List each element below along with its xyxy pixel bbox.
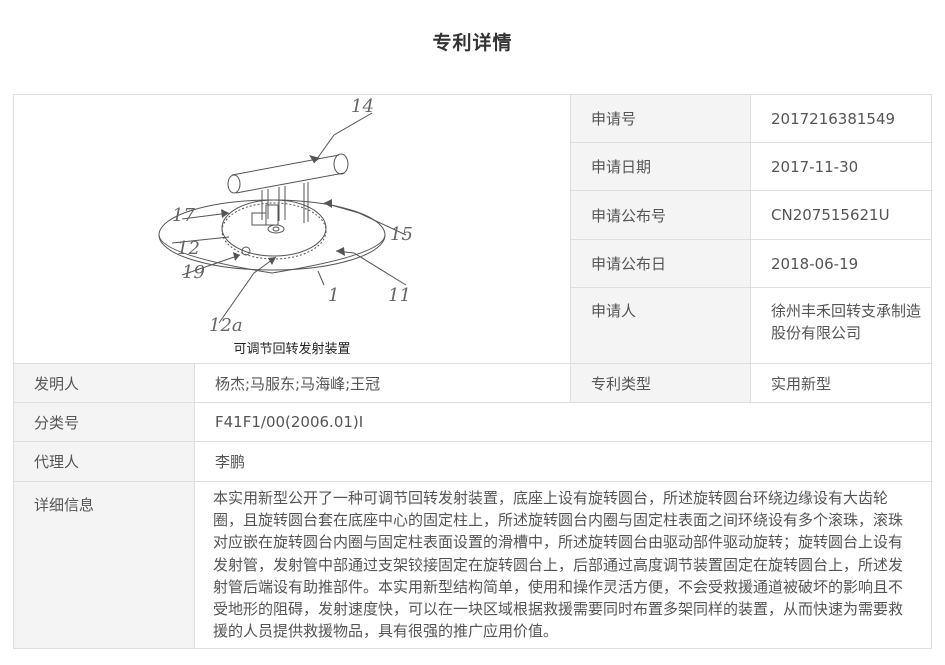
label-agent: 代理人 xyxy=(13,441,195,482)
page-title: 专利详情 xyxy=(432,32,513,54)
value-inventors: 杨杰;马服东;马海峰;王冠 xyxy=(194,363,571,403)
value-patent-type: 实用新型 xyxy=(750,363,932,403)
value-application-number: 2017216381549 xyxy=(750,94,932,143)
patent-detail-table: 14 17 15 12 19 1 11 12a 可调节回转发射装置 申请号 20… xyxy=(13,94,932,650)
drawing-caption: 可调节回转发射装置 xyxy=(233,342,351,357)
figure-label-12: 12 xyxy=(177,238,200,259)
figure-label-12a: 12a xyxy=(209,315,243,336)
value-publication-number: CN207515621U xyxy=(750,190,932,240)
patent-drawing-cell: 14 17 15 12 19 1 11 12a 可调节回转发射装置 xyxy=(13,94,571,364)
value-publication-date: 2018-06-19 xyxy=(750,239,932,288)
figure-label-19: 19 xyxy=(182,262,205,283)
label-applicant: 申请人 xyxy=(570,287,751,364)
value-details: 本实用新型公开了一种可调节回转发射装置，底座上设有旋转圆台，所述旋转圆台环绕边缘… xyxy=(194,480,932,650)
label-classification: 分类号 xyxy=(13,402,195,442)
label-inventors: 发明人 xyxy=(13,363,195,403)
figure-label-14: 14 xyxy=(351,96,374,117)
label-publication-number: 申请公布号 xyxy=(570,190,751,240)
figure-label-11: 11 xyxy=(388,285,411,306)
value-classification: F41F1/00(2006.01)I xyxy=(194,402,932,442)
label-patent-type: 专利类型 xyxy=(570,363,751,403)
value-application-date: 2017-11-30 xyxy=(750,142,932,191)
patent-drawing: 14 17 15 12 19 1 11 12a xyxy=(158,96,413,336)
label-application-number: 申请号 xyxy=(570,94,751,143)
label-publication-date: 申请公布日 xyxy=(570,239,751,288)
label-details: 详细信息 xyxy=(13,480,195,650)
figure-label-1: 1 xyxy=(328,285,339,306)
figure-label-17: 17 xyxy=(172,205,195,226)
label-application-date: 申请日期 xyxy=(570,142,751,191)
applicant-link[interactable]: 徐州丰禾回转支承制造股份有限公司 xyxy=(750,287,932,364)
value-agent: 李鹏 xyxy=(194,441,932,482)
figure-label-15: 15 xyxy=(390,224,413,245)
